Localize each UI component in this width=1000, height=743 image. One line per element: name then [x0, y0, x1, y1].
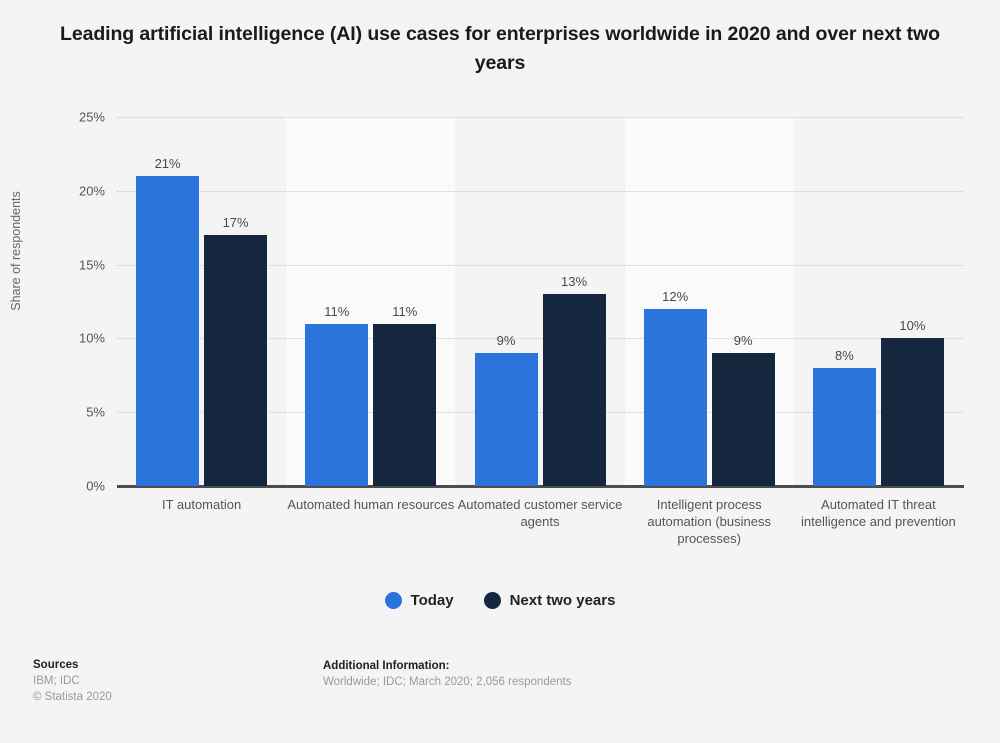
y-axis-tick-label: 25%: [78, 109, 105, 125]
circle-marker-icon: [483, 592, 501, 609]
y-axis-tick-label: 15%: [78, 257, 105, 273]
legend-item[interactable]: Next two years: [483, 592, 616, 609]
sources-block: Sources IBM; IDC © Statista 2020: [33, 657, 112, 705]
bar-value-label: 10%: [899, 318, 926, 334]
x-axis-category-label: IT automation: [161, 497, 242, 512]
legend-label: Today: [410, 592, 454, 609]
y-axis-tick-labels: 0% 5% 10% 15% 20% 25%: [40, 110, 105, 494]
y-axis-tick-label: 5%: [86, 404, 105, 420]
additional-information-value: Worldwide; IDC; March 2020; 2,056 respon…: [323, 676, 572, 688]
chart-legend: Today Next two years: [0, 592, 1000, 609]
x-axis-category-label: Intelligent process automation (business…: [647, 497, 771, 546]
bar[interactable]: 21%: [136, 156, 200, 486]
bar[interactable]: 13%: [542, 274, 606, 486]
additional-information-block: Additional Information: Worldwide; IDC; …: [323, 658, 571, 690]
bar[interactable]: 11%: [305, 304, 369, 486]
bar-value-label: 21%: [154, 156, 181, 172]
bar-value-label: 11%: [324, 303, 350, 319]
legend-item[interactable]: Today: [384, 592, 454, 609]
y-axis-tick-label: 20%: [78, 183, 105, 199]
y-axis-title: Share of respondents: [9, 191, 23, 311]
chart-plot: 0% 5% 10% 15% 20% 25% Share of respondents 21…: [0, 0, 1000, 560]
copyright-text: © Statista 2020: [33, 691, 112, 703]
legend-label: Next two years: [509, 592, 616, 609]
bar-value-label: 8%: [834, 347, 854, 363]
bar[interactable]: 11%: [373, 304, 437, 486]
sources-heading: Sources: [33, 659, 79, 671]
bar-value-label: 17%: [222, 215, 249, 231]
bar-value-label: 13%: [560, 274, 588, 290]
x-axis-category-label: Automated human resources: [287, 497, 455, 512]
bar-value-label: 9%: [496, 333, 516, 349]
bar[interactable]: 17%: [204, 215, 268, 486]
y-axis-tick-label: 0%: [86, 478, 105, 494]
gridline: [117, 117, 963, 118]
bar-value-label: 11%: [392, 303, 418, 319]
circle-marker-icon: [384, 592, 402, 609]
y-axis-tick-label: 10%: [78, 330, 105, 346]
bar[interactable]: 10%: [880, 318, 944, 486]
gridline: [117, 190, 963, 192]
bar[interactable]: 9%: [711, 333, 775, 486]
sources-value: IBM; IDC: [33, 675, 80, 687]
bar[interactable]: 9%: [474, 333, 538, 486]
x-axis-category-label: Automated IT threat intelligence and pre…: [801, 497, 956, 529]
additional-information-heading: Additional Information:: [323, 660, 450, 672]
bar-value-label: 9%: [733, 333, 753, 349]
bar[interactable]: 12%: [643, 289, 707, 486]
x-axis-category-label: Automated customer service agents: [457, 497, 623, 529]
bar-value-label: 12%: [662, 288, 689, 304]
bar[interactable]: 8%: [812, 348, 876, 486]
